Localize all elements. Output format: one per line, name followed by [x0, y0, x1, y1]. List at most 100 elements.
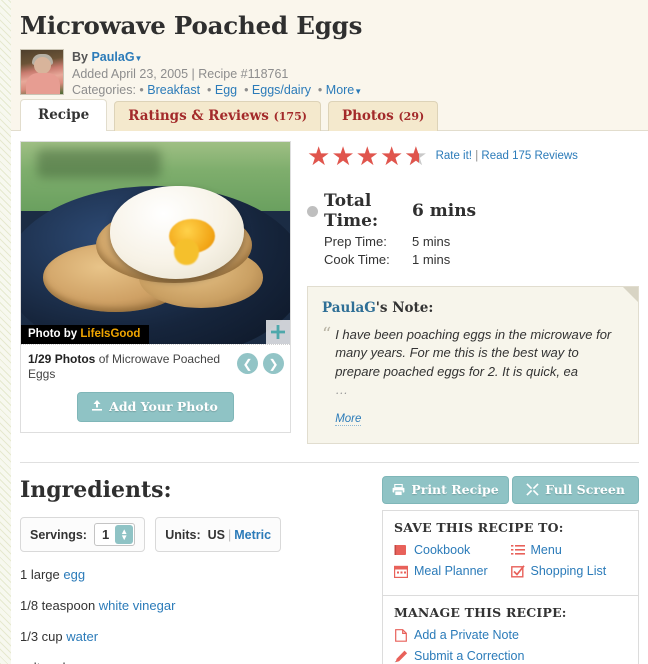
- note-more-wrap: More: [335, 411, 624, 427]
- servings-spin-buttons[interactable]: ▲ ▼: [115, 525, 134, 545]
- manage-recipe-panel: MANAGE THIS RECIPE: Add a Private Note S…: [382, 596, 639, 664]
- save-to-shopping-list-label[interactable]: Shopping List: [531, 564, 607, 578]
- save-to-cookbook[interactable]: Cookbook: [394, 543, 511, 557]
- note-more-link[interactable]: More: [335, 412, 362, 426]
- servings-value: 1: [101, 527, 110, 543]
- add-private-note-label[interactable]: Add a Private Note: [414, 628, 519, 642]
- rate-it-link[interactable]: Rate it!: [436, 150, 472, 162]
- clock-icon: [307, 205, 318, 217]
- category-egg[interactable]: Egg: [215, 83, 237, 97]
- pencil-icon: [394, 649, 408, 663]
- ingredient-link[interactable]: egg: [63, 567, 85, 582]
- cook-time-label: Cook Time:: [324, 252, 390, 267]
- save-to-cookbook-label[interactable]: Cookbook: [414, 543, 470, 557]
- author-note-box: PaulaG's Note: “ I have been poaching eg…: [307, 286, 639, 445]
- manage-panel-heading: MANAGE THIS RECIPE:: [394, 605, 567, 621]
- add-private-note[interactable]: Add a Private Note: [394, 628, 627, 642]
- servings-stepper[interactable]: 1 ▲ ▼: [93, 523, 136, 547]
- page-content: Microwave Poached Eggs By PaulaG▼ Added …: [11, 0, 648, 664]
- byline: By PaulaG▼ Added April 23, 2005 | Recipe…: [72, 49, 362, 99]
- avatar-face: [34, 57, 51, 74]
- fullscreen-icon: [526, 483, 539, 496]
- plus-icon: [271, 325, 285, 339]
- prep-time-row: Prep Time: 5 mins: [307, 234, 639, 249]
- rating-link-separator: |: [475, 150, 479, 162]
- add-your-photo-label: Add Your Photo: [109, 398, 218, 414]
- photo-expand-button[interactable]: [266, 320, 290, 344]
- rating-links: Rate it! | Read 175 Reviews: [436, 150, 578, 162]
- category-eggs-dairy[interactable]: Eggs/dairy: [252, 83, 311, 97]
- ingredient-amount: 1/3 cup: [20, 629, 67, 645]
- ingredient-controls: Servings: 1 ▲ ▼ Units: US | Metric: [20, 517, 372, 553]
- category-more[interactable]: More: [326, 83, 354, 97]
- author-link[interactable]: PaulaG: [91, 50, 134, 64]
- action-buttons: Print Recipe Full Screen: [382, 476, 639, 505]
- tab-ratings-reviews[interactable]: Ratings & Reviews (175): [114, 101, 321, 131]
- cookbook-icon: [394, 543, 408, 557]
- total-time-label: Total Time:: [324, 191, 379, 231]
- save-to-meal-planner-label[interactable]: Meal Planner: [414, 564, 488, 578]
- photo-count-text: 1/29 Photos of Microwave Poached Eggs: [28, 352, 237, 383]
- save-recipe-panel: SAVE THIS RECIPE TO: Cookbook Menu Meal …: [382, 510, 639, 597]
- star-3-icon: ★: [355, 141, 379, 171]
- ingredient-amount: 1/8 teaspoon: [20, 598, 99, 614]
- recipe-photo[interactable]: Photo by LifeIsGood: [21, 142, 290, 344]
- units-metric-link[interactable]: Metric: [234, 528, 271, 542]
- tab-recipe-label: Recipe: [38, 107, 90, 123]
- quote-mark-icon: “: [322, 324, 332, 345]
- photo-credit-user[interactable]: LifeIsGood: [80, 328, 140, 340]
- note-fold-shadow: [623, 287, 638, 302]
- star-2-icon: ★: [331, 141, 355, 171]
- star-5-icon: ★ ★: [404, 141, 428, 171]
- cook-time-row: Cook Time: 1 mins: [307, 252, 639, 267]
- page-title: Microwave Poached Eggs: [20, 11, 363, 40]
- upload-icon: [92, 400, 103, 411]
- photo-next-button[interactable]: ❯: [263, 353, 284, 374]
- calendar-icon: [394, 564, 408, 578]
- note-page-icon: [394, 628, 408, 642]
- save-to-menu[interactable]: Menu: [510, 543, 628, 557]
- categories-more-caret[interactable]: ▼: [354, 87, 362, 96]
- byline-author-line: By PaulaG▼: [72, 49, 362, 66]
- author-avatar[interactable]: [20, 49, 64, 95]
- photo-card: Photo by LifeIsGood 1/29 Photos of Micro…: [20, 141, 291, 433]
- photo-count-bold: 1/29 Photos: [28, 352, 96, 366]
- note-title-suffix: 's Note:: [375, 300, 434, 316]
- ingredients-heading: Ingredients:: [20, 477, 172, 504]
- print-recipe-label: Print Recipe: [411, 482, 499, 498]
- avatar-body: [26, 73, 60, 94]
- tab-ratings-label: Ratings & Reviews: [128, 108, 269, 124]
- tab-bar: Recipe Ratings & Reviews (175) Photos (2…: [20, 99, 445, 131]
- print-recipe-button[interactable]: Print Recipe: [382, 476, 509, 505]
- spin-down-icon[interactable]: ▼: [120, 533, 128, 541]
- tab-photos[interactable]: Photos (29): [327, 101, 439, 131]
- photo-meta: 1/29 Photos of Microwave Poached Eggs ❮ …: [21, 344, 290, 387]
- submit-correction-label[interactable]: Submit a Correction: [414, 649, 524, 663]
- full-screen-button[interactable]: Full Screen: [512, 476, 639, 505]
- manage-panel-items: Add a Private Note Submit a Correction: [383, 620, 638, 664]
- star-rating[interactable]: ★ ★ ★ ★ ★ ★: [307, 143, 428, 169]
- note-text: I have been poaching eggs in the microwa…: [335, 326, 624, 427]
- by-prefix: By: [72, 50, 88, 64]
- add-your-photo-button[interactable]: Add Your Photo: [77, 391, 234, 422]
- prep-time-value: 5 mins: [412, 234, 451, 249]
- read-reviews-link[interactable]: Read 175 Reviews: [481, 150, 578, 162]
- categories-label: Categories:: [72, 83, 136, 97]
- tab-recipe[interactable]: Recipe: [20, 99, 108, 131]
- photo-prev-button[interactable]: ❮: [237, 353, 258, 374]
- save-to-meal-planner[interactable]: Meal Planner: [394, 564, 511, 578]
- save-to-menu-label[interactable]: Menu: [531, 543, 562, 557]
- category-breakfast[interactable]: Breakfast: [147, 83, 200, 97]
- ingredients-column: Ingredients: Servings: 1 ▲ ▼ Units: US |…: [20, 463, 372, 664]
- photo-yolk-drip: [174, 238, 199, 266]
- main-row: Photo by LifeIsGood 1/29 Photos of Micro…: [11, 131, 648, 445]
- ingredient-link[interactable]: white vinegar: [99, 598, 176, 613]
- ingredient-link[interactable]: water: [66, 629, 98, 644]
- cook-time-value: 1 mins: [412, 252, 451, 267]
- submit-correction[interactable]: Submit a Correction: [394, 649, 627, 663]
- ingredient-item: 1 large egg: [20, 567, 372, 582]
- tab-ratings-count: (175): [273, 110, 307, 123]
- save-to-shopping-list[interactable]: Shopping List: [510, 564, 628, 578]
- author-dropdown-caret[interactable]: ▼: [135, 54, 143, 63]
- total-time-value: 6 mins: [412, 201, 477, 221]
